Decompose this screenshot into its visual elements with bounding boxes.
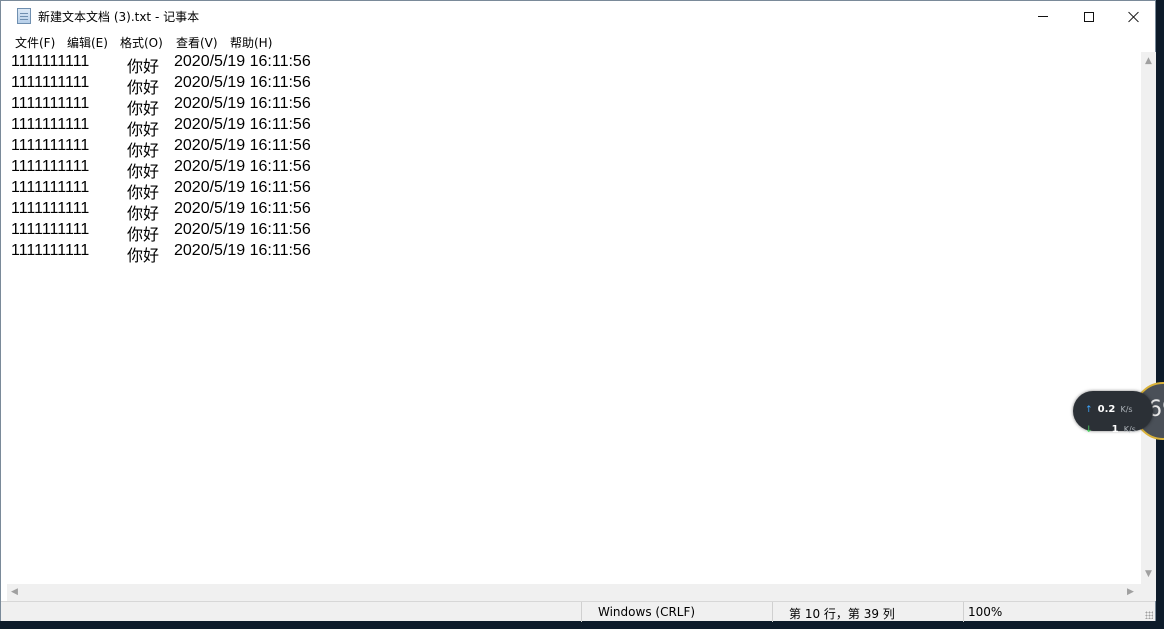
line-date-text: 2020/5/19 16:11:56 [174, 221, 311, 238]
minimize-icon [1038, 16, 1048, 17]
notepad-window: 新建文本文档 (3).txt - 记事本 文件(F) 编辑(E) 格式(O) 查… [0, 0, 1156, 622]
line-date-text: 2020/5/19 16:11:56 [174, 116, 311, 133]
line-number-text: 1111111111 [11, 74, 90, 91]
menu-edit[interactable]: 编辑(E) [67, 34, 108, 51]
upload-unit: K/s [1120, 405, 1133, 414]
vertical-scrollbar[interactable]: ▲ ▼ [1141, 52, 1156, 584]
maximize-icon [1084, 11, 1094, 22]
scroll-corner [1141, 584, 1156, 601]
download-value: 1 [1111, 424, 1119, 435]
menu-view[interactable]: 查看(V) [176, 34, 218, 51]
maximize-button[interactable] [1066, 1, 1112, 32]
scroll-left-icon[interactable]: ◀ [11, 588, 18, 597]
network-speed-pill: ↑ 0.2 K/s ↓ 1 K/s [1073, 391, 1153, 435]
line-number-text: 1111111111 [11, 53, 90, 70]
resize-grip-icon[interactable] [1145, 611, 1153, 619]
status-divider [581, 602, 582, 622]
close-button[interactable] [1111, 1, 1157, 32]
line-number-text: 1111111111 [11, 158, 90, 175]
download-unit: K/s [1123, 425, 1136, 434]
menu-file[interactable]: 文件(F) [15, 34, 55, 51]
line-number-text: 1111111111 [11, 137, 90, 154]
status-bar: Windows (CRLF) 第 10 行，第 39 列 100% [1, 601, 1155, 622]
status-cursor-position: 第 10 行，第 39 列 [789, 607, 895, 621]
network-speed-widget[interactable]: 69 ↑ 0.2 K/s ↓ 1 K/s [1073, 382, 1164, 440]
line-number-text: 1111111111 [11, 200, 90, 217]
upload-value: 0.2 [1097, 404, 1116, 415]
line-date-text: 2020/5/19 16:11:56 [174, 158, 311, 175]
status-divider [772, 602, 773, 622]
upload-speed: ↑ 0.2 K/s [1085, 397, 1133, 416]
line-date-text: 2020/5/19 16:11:56 [174, 200, 311, 217]
line-number-text: 1111111111 [11, 179, 90, 196]
line-date-text: 2020/5/19 16:11:56 [174, 242, 311, 259]
scroll-up-icon[interactable]: ▲ [1145, 57, 1152, 66]
menu-help[interactable]: 帮助(H) [230, 34, 272, 51]
title-bar[interactable]: 新建文本文档 (3).txt - 记事本 [1, 1, 1155, 32]
line-date-text: 2020/5/19 16:11:56 [174, 74, 311, 91]
status-encoding: Windows (CRLF) [598, 605, 696, 619]
scroll-down-icon[interactable]: ▼ [1145, 570, 1152, 579]
line-number-text: 1111111111 [11, 116, 90, 133]
line-greeting-text: 你好 [127, 248, 160, 265]
upload-arrow-icon: ↑ [1085, 405, 1093, 415]
text-editor[interactable]: 1111111111 你好 2020/5/19 16:11:56 1111111111… [7, 52, 1141, 584]
status-zoom: 100% [968, 605, 1003, 619]
scroll-right-icon[interactable]: ▶ [1127, 588, 1134, 597]
line-date-text: 2020/5/19 16:11:56 [174, 137, 311, 154]
download-arrow-icon: ↓ [1085, 425, 1093, 435]
line-number-text: 1111111111 [11, 242, 90, 259]
status-divider [963, 602, 964, 622]
horizontal-scrollbar[interactable]: ◀ ▶ [7, 584, 1141, 601]
close-icon [1128, 11, 1140, 23]
line-date-text: 2020/5/19 16:11:56 [174, 53, 311, 70]
minimize-button[interactable] [1020, 1, 1066, 32]
download-speed: ↓ 1 K/s [1085, 417, 1136, 436]
notepad-icon[interactable] [17, 8, 31, 24]
line-number-text: 1111111111 [11, 95, 90, 112]
line-date-text: 2020/5/19 16:11:56 [174, 179, 311, 196]
line-number-text: 1111111111 [11, 221, 90, 238]
line-date-text: 2020/5/19 16:11:56 [174, 95, 311, 112]
menu-format[interactable]: 格式(O) [120, 34, 163, 51]
window-title: 新建文本文档 (3).txt - 记事本 [38, 10, 200, 24]
menu-bar: 文件(F) 编辑(E) 格式(O) 查看(V) 帮助(H) [1, 32, 1155, 51]
